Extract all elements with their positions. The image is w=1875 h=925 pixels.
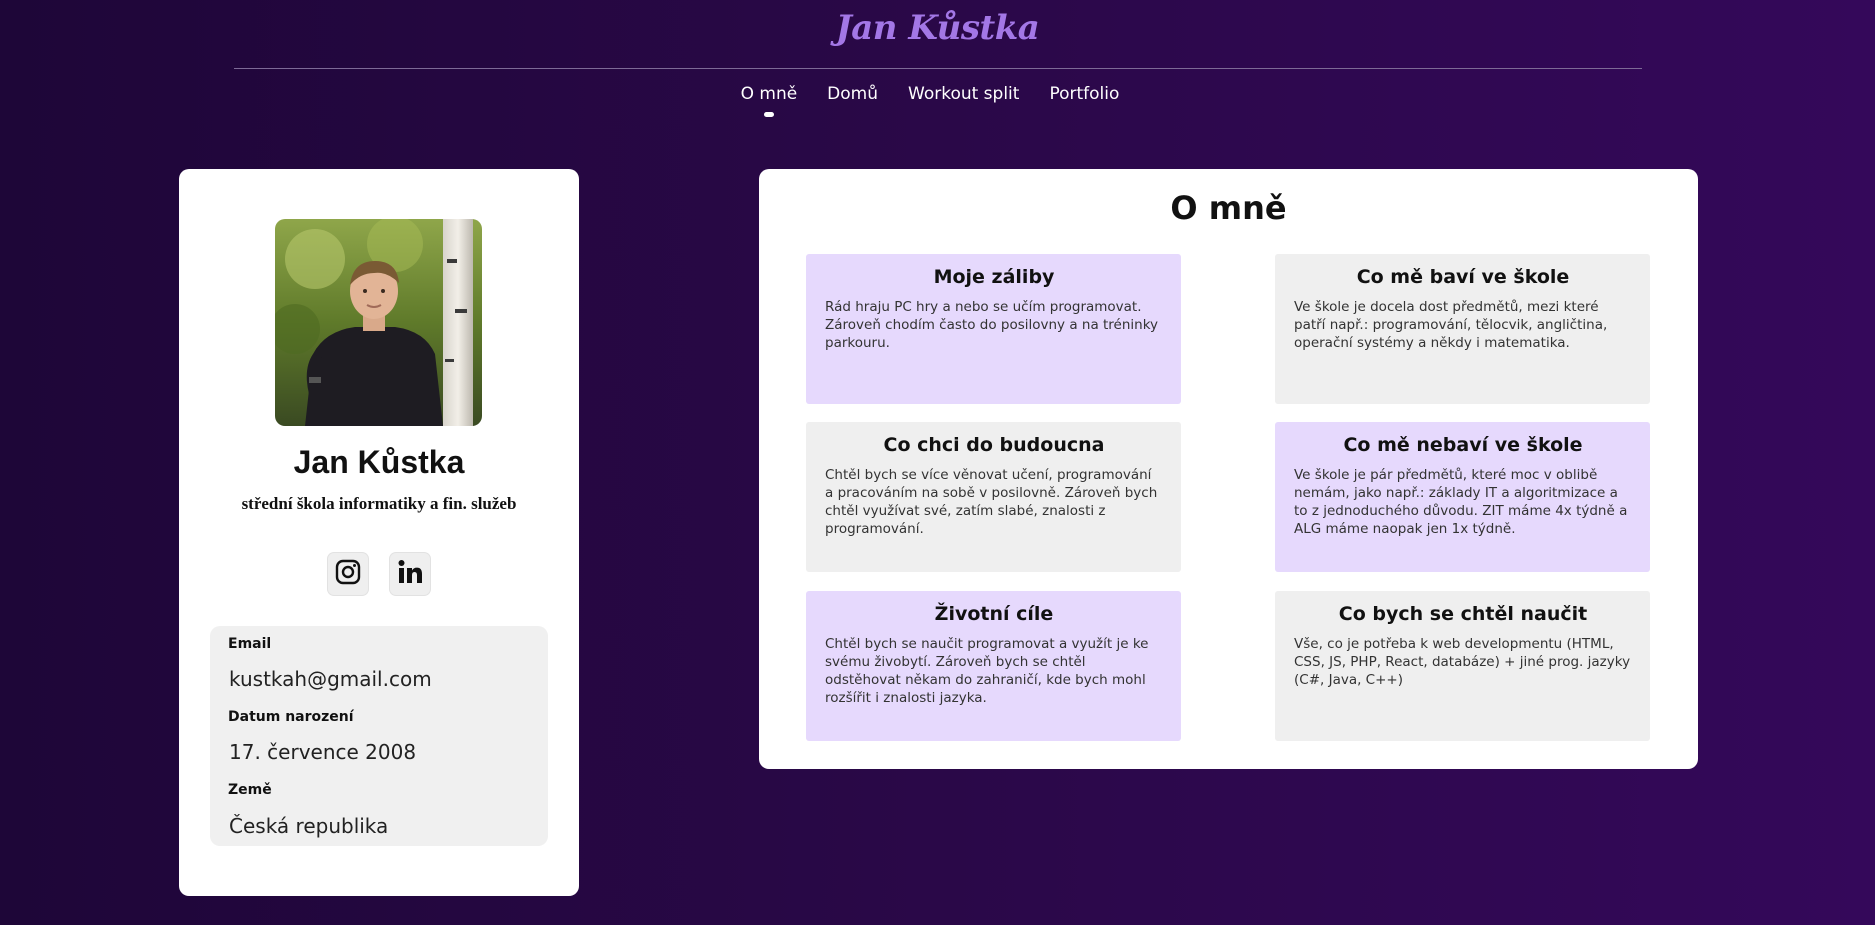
tile-co-chci-do-budoucna: Co chci do budoucna Chtěl bych se více v…: [806, 422, 1181, 572]
profile-card: Jan Kůstka střední škola informatiky a f…: [179, 169, 579, 896]
tile-moje-zaliby: Moje záliby Rád hraju PC hry a nebo se u…: [806, 254, 1181, 404]
tile-title: Co mě baví ve škole: [1356, 266, 1570, 288]
nav-item-domu[interactable]: Domů: [827, 80, 878, 108]
instagram-icon: [335, 559, 361, 589]
contact-info-box: Email kustkah@gmail.com Datum narození 1…: [210, 626, 548, 846]
linkedin-button[interactable]: [390, 553, 430, 595]
profile-name: Jan Kůstka: [293, 444, 465, 480]
tile-co-me-nebavi: Co mě nebaví ve škole Ve škole je pár př…: [1275, 422, 1650, 572]
birthdate-value: 17. července 2008: [229, 740, 417, 764]
tile-text: Chtěl bych se naučit programovat a využí…: [825, 636, 1149, 706]
tile-title: Co mě nebaví ve škole: [1343, 434, 1583, 456]
avatar-photo: [275, 219, 482, 426]
nav-item-o-mne[interactable]: O mně: [741, 80, 798, 108]
social-links: [179, 553, 579, 595]
country-value: Česká republika: [229, 814, 389, 838]
nav-item-workout-split[interactable]: Workout split: [908, 80, 1019, 108]
tile-title: Co chci do budoucna: [883, 434, 1105, 456]
country-label: Země: [228, 782, 272, 798]
tile-co-bych-se-chtel-naucit: Co bych se chtěl naučit Vše, co je potře…: [1275, 591, 1650, 741]
tile-title: Životní cíle: [934, 603, 1054, 625]
linkedin-icon: [397, 559, 423, 589]
tile-text: Ve škole je docela dost předmětů, mezi k…: [1294, 299, 1608, 351]
tile-text: Rád hraju PC hry a nebo se učím programo…: [825, 299, 1159, 351]
tile-text: Chtěl bych se více věnovat učení, progra…: [825, 467, 1158, 537]
nav-item-portfolio[interactable]: Portfolio: [1049, 80, 1119, 108]
site-title: Jan Kůstka: [835, 8, 1040, 48]
tile-title: Moje záliby: [933, 266, 1055, 288]
about-title: O mně: [1170, 189, 1287, 227]
about-card: O mně Moje záliby Rád hraju PC hry a neb…: [759, 169, 1698, 769]
tile-text: Ve škole je pár předmětů, které moc v ob…: [1294, 467, 1628, 537]
tile-co-me-bavi: Co mě baví ve škole Ve škole je docela d…: [1275, 254, 1650, 404]
email-value: kustkah@gmail.com: [229, 667, 432, 691]
tile-zivotni-cile: Životní cíle Chtěl bych se naučit progra…: [806, 591, 1181, 741]
tile-text: Vše, co je potřeba k web developmentu (H…: [1294, 636, 1631, 688]
email-label: Email: [228, 636, 272, 652]
birthdate-label: Datum narození: [228, 709, 354, 725]
profile-school: střední škola informatiky a fin. služeb: [241, 494, 517, 513]
main-nav: O mně Domů Workout split Portfolio: [0, 80, 1875, 108]
instagram-button[interactable]: [328, 553, 368, 595]
tile-title: Co bych se chtěl naučit: [1338, 603, 1588, 625]
header-divider: [234, 68, 1642, 69]
